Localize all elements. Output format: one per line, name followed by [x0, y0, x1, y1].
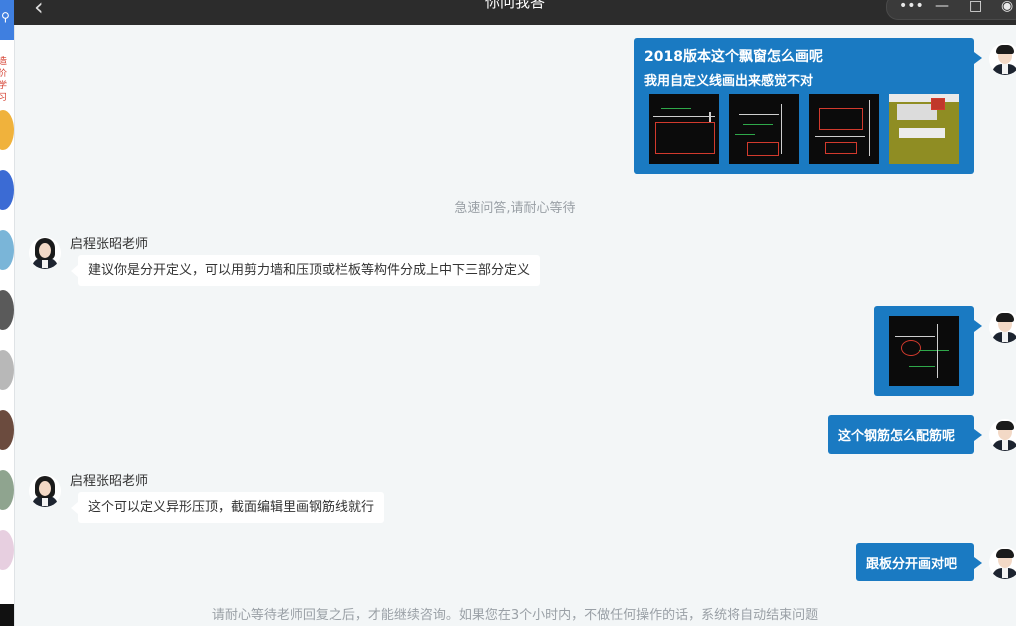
background-page-text: 造价 学习 [0, 56, 14, 104]
search-icon[interactable]: ⚲ [1, 10, 10, 24]
teacher-avatar[interactable] [29, 475, 61, 507]
background-thumbnail[interactable] [0, 170, 14, 210]
window-controls: ••• — □ ◉ [886, 0, 1016, 20]
my-avatar[interactable] [989, 311, 1016, 343]
footer-notice: 请耐心等待老师回复之后，才能继续咨询。如果您在3个小时内，不做任何操作的话，系统… [211, 608, 819, 623]
background-thumbnail[interactable] [0, 350, 14, 390]
my-avatar[interactable] [989, 419, 1016, 451]
message-text: 这个可以定义异形压顶，截面编辑里画钢筋线就行 [88, 500, 375, 515]
teacher-avatar[interactable] [29, 237, 61, 269]
message-text: 2018版本这个飘窗怎么画呢 [644, 49, 823, 65]
teacher-name: 启程张昭老师 [70, 237, 149, 252]
my-avatar[interactable] [989, 547, 1016, 579]
background-page-strip: ⚲ 造价 学习 [0, 0, 15, 626]
background-thumbnail[interactable] [0, 410, 14, 450]
my-message-bubble[interactable] [874, 306, 982, 396]
teacher-message-bubble[interactable]: 建议你是分开定义，可以用剪力墙和压顶或栏板等构件分成上中下三部分定义 [70, 255, 541, 286]
my-message-bubble[interactable]: 2018版本这个飘窗怎么画呢 我用自定义线画出来感觉不对 [634, 38, 982, 174]
background-page-bottom [0, 604, 14, 626]
background-thumbnail[interactable] [0, 230, 14, 270]
message-text: 这个钢筋怎么配筋呢 [838, 429, 956, 444]
cad-screenshot-thumbnail[interactable] [889, 316, 959, 386]
message-text: 我用自定义线画出来感觉不对 [644, 74, 814, 89]
background-thumbnail[interactable] [0, 470, 14, 510]
more-icon[interactable]: ••• [899, 0, 924, 15]
background-text-line: 学习 [0, 80, 14, 104]
background-thumbnail[interactable] [0, 530, 14, 570]
chat-header: ‹ 你问我答 ••• — □ ◉ [14, 0, 1016, 25]
my-message-bubble[interactable]: 跟板分开画对吧 [856, 543, 982, 581]
restore-icon[interactable]: □ [969, 0, 982, 15]
my-message-bubble[interactable]: 这个钢筋怎么配筋呢 [828, 415, 982, 454]
message-text: 建议你是分开定义，可以用剪力墙和压顶或栏板等构件分成上中下三部分定义 [88, 263, 531, 278]
background-text-line: 造价 [0, 56, 14, 80]
cad-screenshot-thumbnail[interactable] [729, 94, 799, 164]
minimize-icon[interactable]: — [935, 0, 949, 15]
cad-screenshot-thumbnail[interactable] [889, 94, 959, 164]
background-thumbnail[interactable] [0, 290, 14, 330]
teacher-message-bubble[interactable]: 这个可以定义异形压顶，截面编辑里画钢筋线就行 [70, 492, 385, 523]
message-text: 跟板分开画对吧 [866, 557, 958, 572]
system-notice: 急速问答,请耐心等待 [454, 201, 576, 216]
chat-area[interactable]: 2018版本这个飘窗怎么画呢 我用自定义线画出来感觉不对 急速问答,请耐心等待 … [14, 25, 1016, 626]
teacher-name: 启程张昭老师 [70, 474, 149, 489]
window-title: 你问我答 [484, 0, 545, 11]
record-icon[interactable]: ◉ [1001, 0, 1013, 15]
my-avatar[interactable] [989, 43, 1016, 75]
cad-screenshot-thumbnail[interactable] [649, 94, 719, 164]
cad-screenshot-thumbnail[interactable] [809, 94, 879, 164]
background-thumbnail[interactable] [0, 110, 14, 150]
